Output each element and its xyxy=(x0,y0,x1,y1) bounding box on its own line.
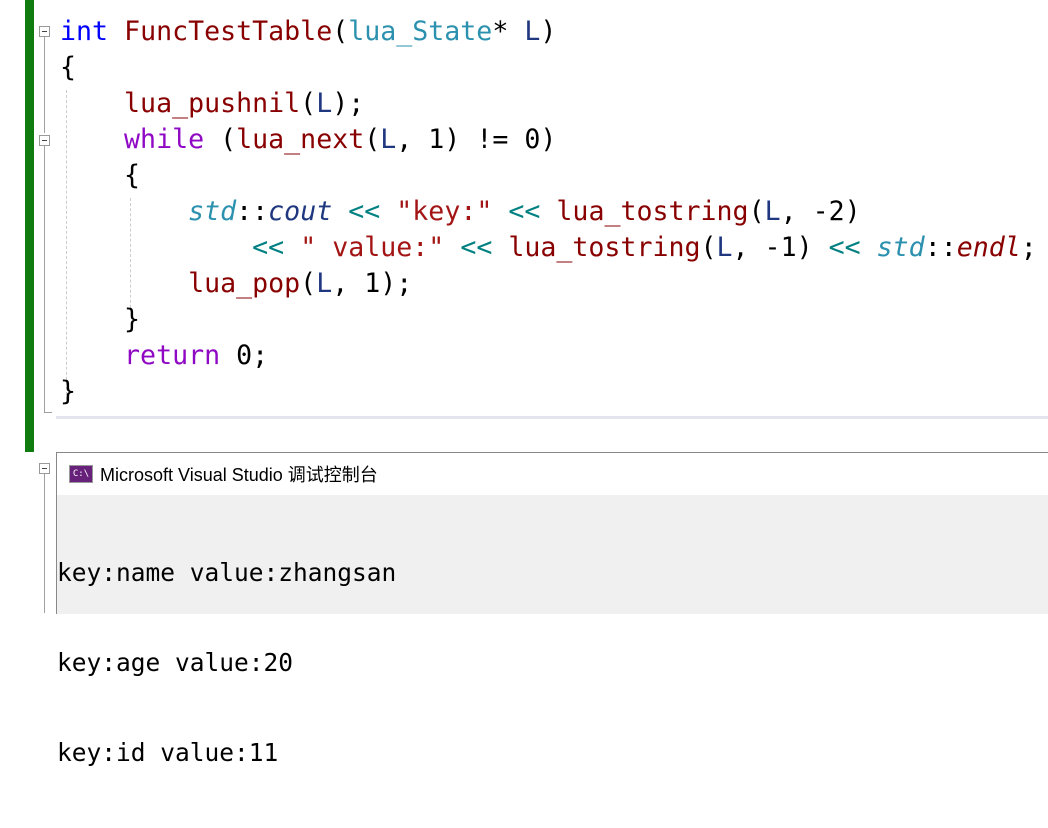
code-token: FuncTestTable xyxy=(124,16,333,47)
code-token: } xyxy=(60,304,141,335)
code-token: int xyxy=(60,16,109,47)
code-text[interactable]: int FuncTestTable(lua_State* L){ lua_pus… xyxy=(60,14,1037,410)
code-line: lua_pop(L, 1); xyxy=(60,266,1037,302)
code-token: << xyxy=(828,232,861,263)
code-token: "key:" xyxy=(396,196,493,227)
code-token: ( xyxy=(204,124,237,155)
code-token: { xyxy=(60,52,77,83)
code-token: * xyxy=(492,16,525,47)
code-token: L xyxy=(764,196,781,227)
code-token: << xyxy=(508,196,541,227)
code-token: L xyxy=(380,124,397,155)
code-token: while xyxy=(124,124,205,155)
code-token: 0; xyxy=(220,340,269,371)
code-token: lua_tostring xyxy=(508,232,701,263)
code-token: lua_State xyxy=(348,16,493,47)
code-line: } xyxy=(60,374,1037,410)
code-token: L xyxy=(716,232,733,263)
console-title: Microsoft Visual Studio 调试控制台 xyxy=(100,465,378,485)
console-output: key:name value:zhangsan key:age value:20… xyxy=(57,495,1048,828)
editor-empty-area xyxy=(56,419,1048,453)
console-app-icon: C:\ xyxy=(69,465,93,483)
output-line: key:age value:20 xyxy=(57,648,294,677)
code-token: std xyxy=(876,232,925,263)
code-line: lua_pushnil(L); xyxy=(60,86,1037,122)
collapse-while-icon[interactable] xyxy=(39,135,50,146)
code-token: ); xyxy=(332,88,365,119)
debug-console-window[interactable]: C:\ Microsoft Visual Studio 调试控制台 key:na… xyxy=(56,452,1048,767)
code-line: << " value:" << lua_tostring(L, -1) << s… xyxy=(60,230,1037,266)
code-token: << xyxy=(348,196,381,227)
code-token: , -2) xyxy=(780,196,861,227)
code-line: int FuncTestTable(lua_State* L) xyxy=(60,14,1037,50)
code-token: " value:" xyxy=(300,232,445,263)
code-token: lua_pop xyxy=(188,268,301,299)
code-token: lua_tostring xyxy=(556,196,749,227)
code-line: { xyxy=(60,50,1037,86)
collapse-console-icon[interactable] xyxy=(39,463,50,474)
code-token: :: xyxy=(236,196,269,227)
code-token: L xyxy=(316,268,333,299)
fold-line xyxy=(44,474,45,613)
code-token: ; xyxy=(1020,232,1037,263)
code-line: { xyxy=(60,158,1037,194)
code-token: ( xyxy=(748,196,765,227)
output-line: key:id value:11 xyxy=(57,738,279,767)
output-line: key:name value:zhangsan xyxy=(57,558,397,587)
fold-line xyxy=(44,37,45,133)
code-token: :: xyxy=(924,232,957,263)
change-indicator-bar xyxy=(25,0,34,452)
code-token: << xyxy=(460,232,493,263)
fold-end xyxy=(44,412,52,413)
code-token: << xyxy=(252,232,285,263)
code-line: } xyxy=(60,302,1037,338)
code-token: cout xyxy=(268,196,333,227)
code-token: ( xyxy=(300,88,317,119)
code-token: L xyxy=(524,16,541,47)
code-token: ( xyxy=(700,232,717,263)
code-line: std::cout << "key:" << lua_tostring(L, -… xyxy=(60,194,1037,230)
code-token: , -1) xyxy=(732,232,829,263)
code-token: lua_next xyxy=(236,124,365,155)
code-token: } xyxy=(60,376,77,407)
code-token: ( xyxy=(300,268,317,299)
code-token: endl xyxy=(956,232,1021,263)
code-token: ( xyxy=(364,124,381,155)
code-token: ) xyxy=(540,16,557,47)
code-token: ( xyxy=(332,16,349,47)
code-token: { xyxy=(60,160,141,191)
code-token: , 1); xyxy=(332,268,413,299)
code-token: std xyxy=(188,196,237,227)
code-line: while (lua_next(L, 1) != 0) xyxy=(60,122,1037,158)
console-title-bar[interactable]: C:\ Microsoft Visual Studio 调试控制台 xyxy=(57,453,1048,495)
fold-line xyxy=(44,146,45,413)
collapse-function-icon[interactable] xyxy=(39,26,50,37)
code-token: L xyxy=(316,88,333,119)
code-token: return xyxy=(124,340,221,371)
code-token: , 1) != 0) xyxy=(396,124,557,155)
code-token: lua_pushnil xyxy=(124,88,301,119)
code-line: return 0; xyxy=(60,338,1037,374)
